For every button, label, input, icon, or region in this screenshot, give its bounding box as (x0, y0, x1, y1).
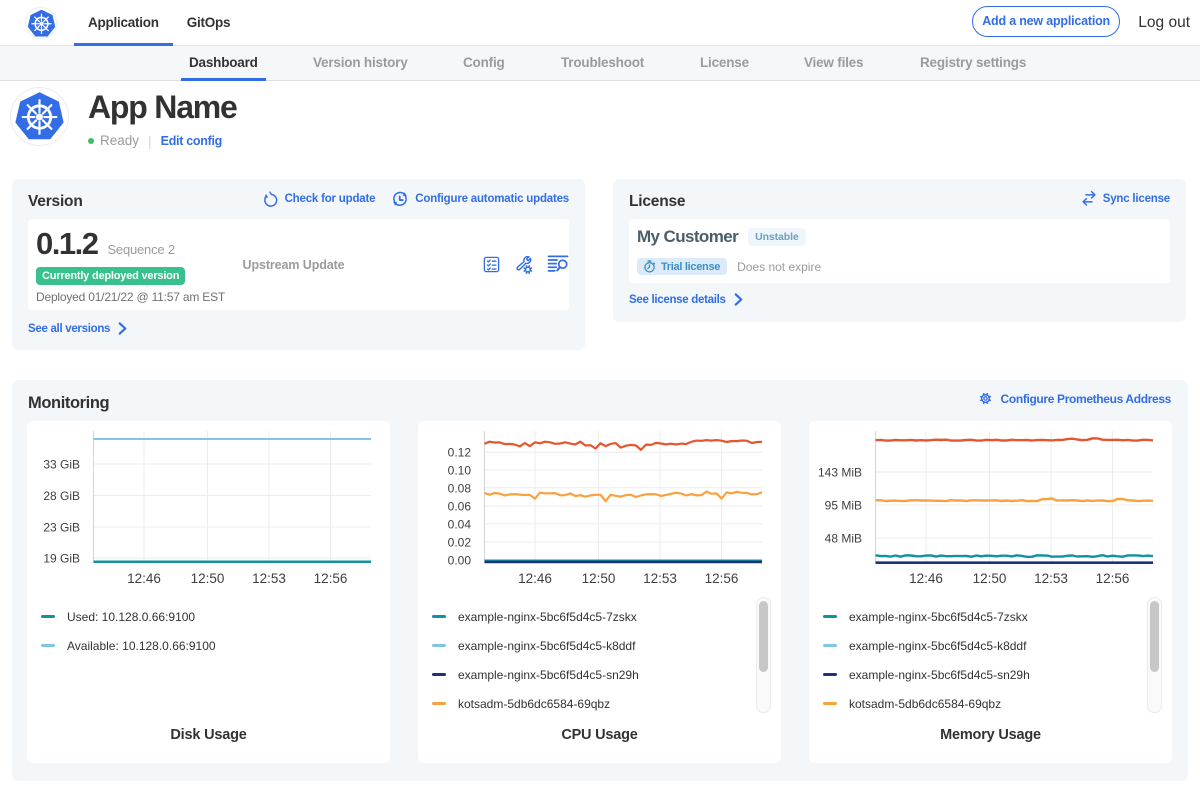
svg-text:23 GiB: 23 GiB (43, 521, 80, 535)
svg-text:19 GiB: 19 GiB (43, 552, 80, 566)
svg-text:12:56: 12:56 (1096, 571, 1130, 586)
svg-text:12:46: 12:46 (909, 571, 943, 586)
svg-text:12:53: 12:53 (643, 571, 677, 586)
svg-text:12:53: 12:53 (252, 571, 286, 586)
svg-text:12:46: 12:46 (127, 571, 161, 586)
svg-text:12:53: 12:53 (1034, 571, 1068, 586)
svg-text:12:50: 12:50 (582, 571, 616, 586)
svg-text:28 GiB: 28 GiB (43, 489, 80, 503)
svg-text:12:46: 12:46 (518, 571, 552, 586)
svg-text:12:56: 12:56 (314, 571, 348, 586)
svg-text:0.00: 0.00 (448, 554, 472, 568)
svg-text:0.10: 0.10 (448, 464, 472, 478)
svg-text:95 MiB: 95 MiB (825, 499, 862, 513)
svg-text:0.02: 0.02 (448, 536, 472, 550)
svg-text:0.12: 0.12 (448, 446, 472, 460)
svg-text:48 MiB: 48 MiB (825, 532, 862, 546)
svg-text:0.08: 0.08 (448, 481, 472, 495)
svg-text:143 MiB: 143 MiB (818, 466, 862, 480)
svg-text:33 GiB: 33 GiB (43, 458, 80, 472)
svg-text:12:56: 12:56 (705, 571, 739, 586)
svg-text:0.06: 0.06 (448, 500, 472, 514)
svg-text:0.04: 0.04 (448, 517, 472, 531)
svg-text:12:50: 12:50 (191, 571, 225, 586)
svg-text:12:50: 12:50 (973, 571, 1007, 586)
